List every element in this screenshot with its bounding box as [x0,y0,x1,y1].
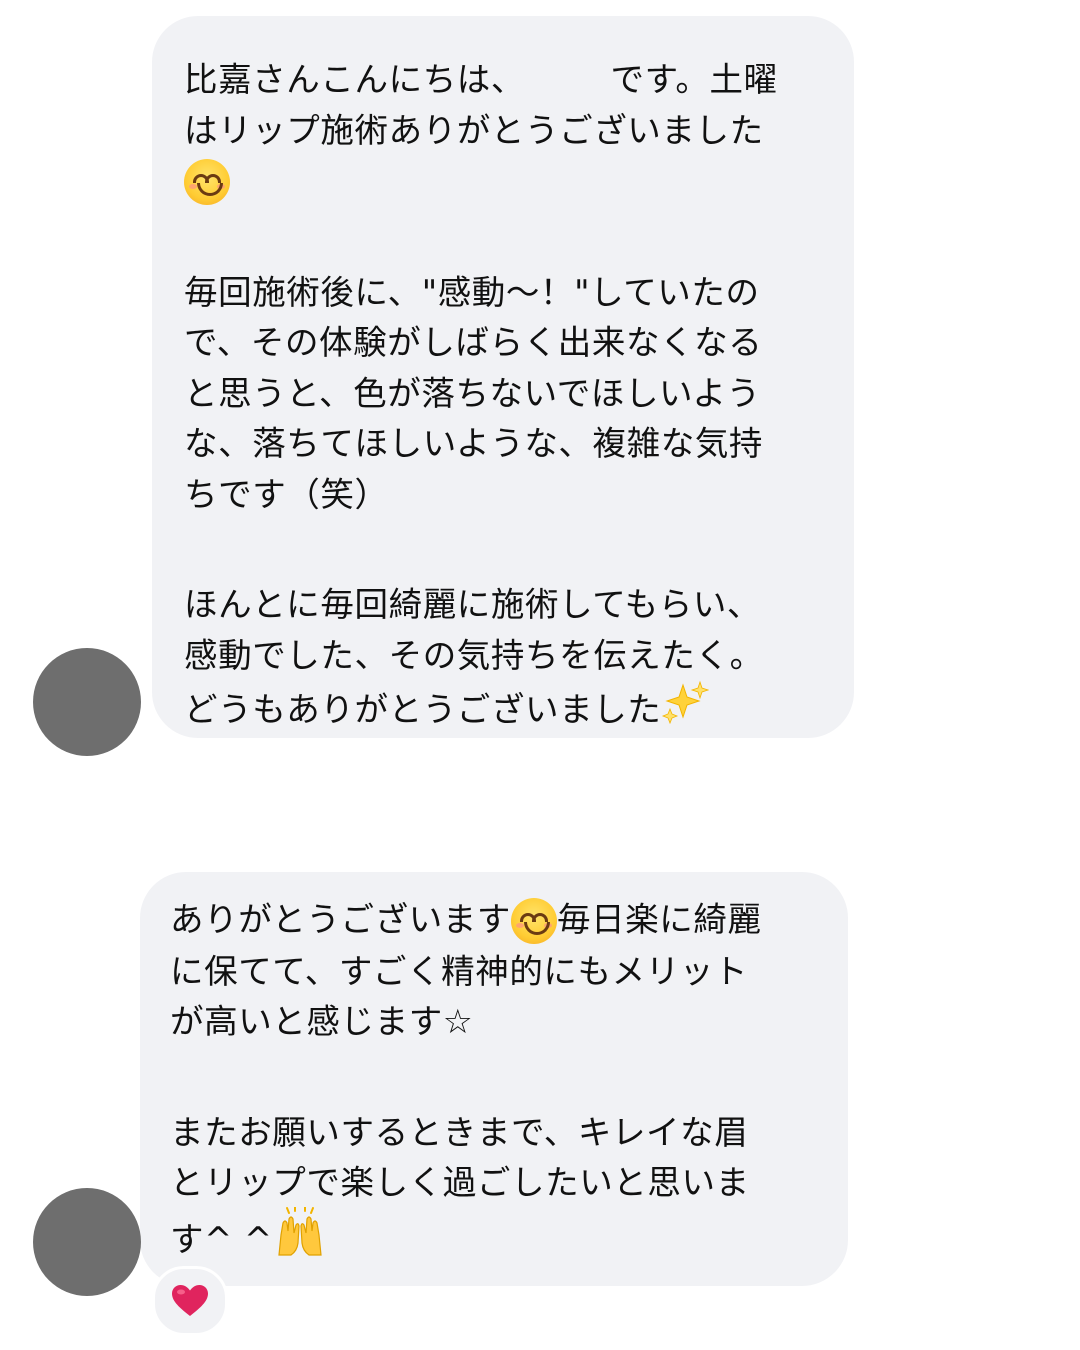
message-text: 毎回施術後に、"感動〜！"していたの で、その体験がしばらく出来なくなる と思う… [184,272,764,514]
message-text: 比嘉さんこんにちは、 です。土曜 はリップ施術ありがとうございました [184,55,824,208]
message-text: ありがとうございます 毎日楽に綺麗 に保てて、すごく精神的にもメリット が高いと感… [170,895,820,1048]
message-text: またお願いするときまで、キレイな眉 とリップで楽しく過ごしたいと思いま す^ ^ [170,1108,820,1274]
smiling-face-emoji-icon [184,155,230,206]
raising-hands-emoji-icon [273,1205,327,1272]
sparkles-emoji-icon [661,679,710,740]
smiling-face-emoji-icon [511,894,557,945]
sender-avatar[interactable] [33,648,141,756]
message-bubble-1[interactable]: 比嘉さんこんにちは、 です。土曜 はリップ施術ありがとうございました 毎回施術後… [152,16,854,738]
heart-reaction[interactable] [152,1266,228,1336]
message-text: ほんとに毎回綺麗に施術してもらい、 感動でした、その気持ちを伝えたく。 どうもあ… [184,580,824,742]
sender-avatar[interactable] [33,1188,141,1296]
red-heart-icon [172,1285,208,1316]
message-bubble-2[interactable]: ありがとうございます 毎日楽に綺麗 に保てて、すごく精神的にもメリット が高いと感… [140,872,848,1286]
